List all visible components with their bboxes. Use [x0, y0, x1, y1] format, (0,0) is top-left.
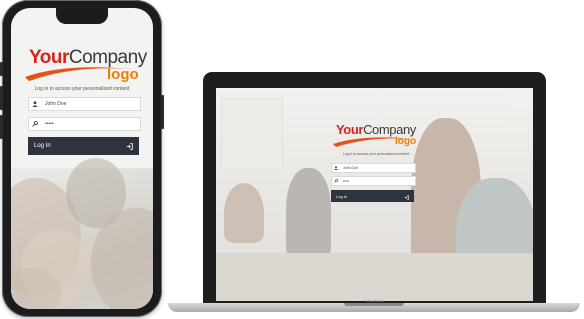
laptop-screen: YourCompany logo Log in to access your p…	[216, 88, 533, 301]
phone-device: YourCompany logo Log in to access your p…	[0, 0, 164, 317]
logo-brand-part2-laptop: Company	[363, 122, 416, 137]
logo-brand-part1-laptop: Your	[336, 122, 364, 137]
username-value-laptop: John Doe	[343, 166, 358, 170]
logo-subtext: logo	[107, 66, 139, 83]
phone-screen: YourCompany logo Log in to access your p…	[11, 8, 153, 309]
password-value: •••••	[45, 121, 54, 127]
sign-in-icon-laptop	[404, 187, 409, 205]
logo-brand-part1: Your	[29, 47, 69, 68]
login-button-laptop[interactable]: Log In	[331, 190, 414, 202]
phone-notch	[56, 8, 108, 24]
key-icon	[29, 118, 41, 130]
laptop-brand-label: MacBook	[365, 298, 385, 303]
logo-subtext-laptop: logo	[395, 136, 417, 147]
login-prompt-laptop: Log in to access your personalized conte…	[342, 152, 410, 156]
login-button-label-laptop: Log In	[336, 193, 348, 199]
key-icon-laptop	[332, 177, 340, 185]
phone-power-button	[161, 95, 164, 129]
user-icon	[29, 98, 41, 110]
company-logo: YourCompany logo	[19, 43, 147, 88]
logo-brand-part2: Company	[68, 47, 147, 68]
username-value: John Doe	[45, 101, 67, 107]
password-value-laptop: •••••	[343, 179, 350, 183]
password-field[interactable]: •••••	[28, 117, 141, 131]
phone-background-photo	[11, 158, 153, 309]
login-button[interactable]: Log In	[28, 137, 139, 155]
phone-volume-down	[0, 115, 3, 139]
username-field-laptop[interactable]: John Doe	[331, 163, 416, 173]
sign-in-icon	[126, 137, 133, 155]
laptop-hinge-notch	[344, 303, 404, 306]
user-icon-laptop	[332, 164, 340, 172]
login-button-label: Log In	[34, 143, 51, 149]
password-field-laptop[interactable]: •••••	[331, 176, 416, 186]
phone-volume-up	[0, 86, 3, 110]
username-field[interactable]: John Doe	[28, 97, 141, 111]
login-prompt: Log in to access your personalized conte…	[34, 86, 130, 92]
phone-mute-switch	[0, 62, 3, 76]
company-logo-laptop: YourCompany logo	[329, 120, 424, 152]
